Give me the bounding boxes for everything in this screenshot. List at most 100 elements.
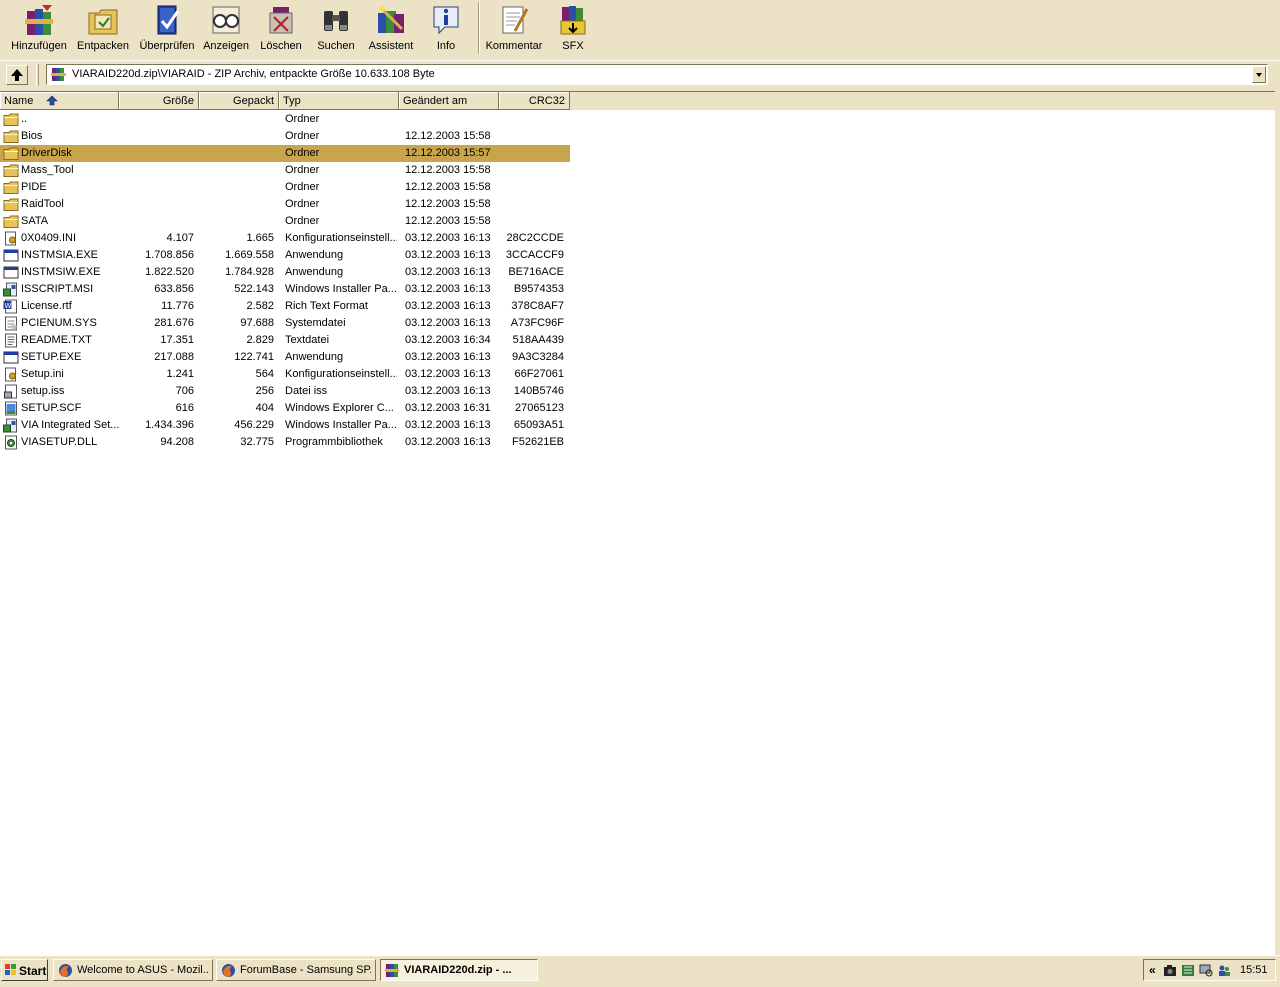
file-crc: 140B5746: [513, 385, 564, 397]
file-modified: 03.12.2003 16:13: [405, 232, 491, 244]
folder-row[interactable]: RaidTool Ordner 12.12.2003 15:58: [0, 196, 570, 213]
comment-button-label: Kommentar: [485, 40, 543, 52]
file-type: Ordner: [285, 147, 320, 159]
column-header-crc-label: CRC32: [528, 95, 565, 107]
taskbar-item-label: Welcome to ASUS - Mozil...: [77, 964, 208, 976]
file-type: Anwendung: [285, 266, 344, 278]
network-icon[interactable]: [1181, 964, 1195, 977]
column-header-packed-label: Gepackt: [233, 95, 274, 107]
file-crc: 27065123: [515, 402, 564, 414]
file-name: RaidTool: [21, 198, 64, 210]
info-button-label: Info: [436, 40, 456, 52]
file-crc: 3CCACCF9: [505, 249, 564, 261]
start-button[interactable]: Start: [1, 959, 48, 981]
folder-row[interactable]: Mass_Tool Ordner 12.12.2003 15:58: [0, 162, 570, 179]
folder-icon: [3, 181, 19, 194]
taskbar-item-winrar[interactable]: VIARAID220d.zip - ...: [380, 959, 538, 981]
folder-row[interactable]: .. Ordner: [0, 111, 570, 128]
file-row[interactable]: 0X0409.INI 4.107 1.665 Konfigurationseinste…: [0, 230, 570, 247]
file-row[interactable]: README.TXT 17.351 2.829 Textdatei 03.12.2003…: [0, 332, 570, 349]
folder-row[interactable]: DriverDisk Ordner 12.12.2003 15:57: [0, 145, 570, 162]
file-row[interactable]: W License.rtf 11.776 2.582 Rich Text Format 0…: [0, 298, 570, 315]
monitor-search-icon[interactable]: [1199, 964, 1213, 977]
file-modified: 12.12.2003 15:57: [405, 147, 491, 159]
delete-button[interactable]: Löschen: [256, 0, 306, 56]
tray-expand-button[interactable]: «: [1149, 963, 1156, 977]
column-header-type[interactable]: Typ: [279, 92, 399, 110]
file-crc: BE716ACE: [508, 266, 564, 278]
start-label: Start: [19, 964, 47, 978]
file-packed-size: 2.829: [246, 334, 274, 346]
file-modified: 03.12.2003 16:13: [405, 266, 491, 278]
info-button[interactable]: Info: [422, 0, 470, 56]
camera-icon[interactable]: [1163, 964, 1177, 977]
taskbar-item-forumbase[interactable]: ForumBase - Samsung SP...: [216, 959, 376, 981]
file-name: SETUP.SCF: [21, 402, 82, 414]
find-button[interactable]: Suchen: [310, 0, 362, 56]
file-size: 633.856: [154, 283, 194, 295]
folder-icon: [3, 113, 19, 126]
column-header-modified[interactable]: Geändert am: [399, 92, 499, 110]
file-type: Konfigurationseinstell...: [285, 232, 397, 244]
file-type: Ordner: [285, 215, 320, 227]
file-row[interactable]: VIASETUP.DLL 94.208 32.775 Programmbiblioth…: [0, 434, 570, 451]
column-header-name[interactable]: Name: [0, 92, 119, 110]
file-row[interactable]: setup.iss 706 256 Datei iss 03.12.2003 16:13…: [0, 383, 570, 400]
file-packed-size: 122.741: [234, 351, 274, 363]
delete-book-icon: [269, 7, 293, 34]
extract-button[interactable]: Entpacken: [74, 0, 132, 56]
file-row[interactable]: Setup.ini 1.241 564 Konfigurationseinstell.…: [0, 366, 570, 383]
file-modified: 12.12.2003 15:58: [405, 198, 491, 210]
up-folder-button[interactable]: [6, 65, 28, 85]
wizard-button[interactable]: Assistent: [364, 0, 418, 56]
file-row[interactable]: INSTMSIW.EXE 1.822.520 1.784.928 Anwendung 0…: [0, 264, 570, 281]
config-file-icon: [5, 231, 16, 246]
address-combobox[interactable]: VIARAID220d.zip\VIARAID - ZIP Archiv, en…: [46, 64, 1268, 85]
file-modified: 03.12.2003 16:13: [405, 300, 491, 312]
library-file-icon: [5, 435, 17, 450]
file-row[interactable]: SETUP.EXE 217.088 122.741 Anwendung 03.12.20…: [0, 349, 570, 366]
users-icon[interactable]: [1217, 964, 1231, 977]
file-crc: B9574353: [513, 283, 564, 295]
file-row[interactable]: SETUP.SCF 616 404 Windows Explorer C... 03.1…: [0, 400, 570, 417]
file-row[interactable]: VIA Integrated Set... 1.434.396 456.229 Win…: [0, 417, 570, 434]
file-size: 706: [175, 385, 194, 397]
file-row[interactable]: ISSCRIPT.MSI 633.856 522.143 Windows Instal…: [0, 281, 570, 298]
view-button[interactable]: Anzeigen: [200, 0, 252, 56]
file-modified: 03.12.2003 16:13: [405, 436, 491, 448]
application-icon: [3, 266, 19, 279]
file-crc: F52621EB: [512, 436, 564, 448]
file-row[interactable]: PCIENUM.SYS 281.676 97.688 Systemdatei 03.12…: [0, 315, 570, 332]
file-name: README.TXT: [21, 334, 92, 346]
folder-row[interactable]: PIDE Ordner 12.12.2003 15:58: [0, 179, 570, 196]
rich-text-document-icon: W: [3, 299, 17, 314]
column-header-size[interactable]: Größe: [119, 92, 199, 110]
comment-notepad-icon: [502, 6, 529, 34]
file-packed-size: 456.229: [234, 419, 274, 431]
list-header: Name Größe Gepackt Typ Geändert am CRC32: [0, 92, 1275, 110]
folder-row[interactable]: Bios Ordner 12.12.2003 15:58: [0, 128, 570, 145]
winrar-icon: [385, 964, 399, 977]
column-header-crc[interactable]: CRC32: [499, 92, 570, 110]
address-dropdown-button[interactable]: [1252, 66, 1266, 83]
file-size: 1.708.856: [145, 249, 194, 261]
comment-button[interactable]: Kommentar: [484, 0, 544, 56]
file-row[interactable]: INSTMSIA.EXE 1.708.856 1.669.558 Anwendung 0…: [0, 247, 570, 264]
column-header-packed[interactable]: Gepackt: [199, 92, 279, 110]
installer-package-icon: [3, 282, 17, 297]
test-button[interactable]: Überprüfen: [136, 0, 198, 56]
folder-icon: [3, 215, 19, 228]
file-list[interactable]: Name Größe Gepackt Typ Geändert am CRC32…: [0, 91, 1275, 955]
add-button[interactable]: Hinzufügen: [6, 0, 72, 56]
file-type: Programmbibliothek: [285, 436, 383, 448]
winrar-archive-icon: [51, 68, 66, 81]
file-modified: 12.12.2003 15:58: [405, 215, 491, 227]
file-size: 217.088: [154, 351, 194, 363]
sfx-button[interactable]: SFX: [548, 0, 598, 56]
folder-row[interactable]: SATA Ordner 12.12.2003 15:58: [0, 213, 570, 230]
taskbar-item-asus[interactable]: Welcome to ASUS - Mozil...: [53, 959, 213, 981]
file-name: Bios: [21, 130, 43, 142]
find-button-label: Suchen: [317, 40, 355, 52]
file-modified: 12.12.2003 15:58: [405, 130, 491, 142]
firefox-icon: [59, 964, 72, 977]
